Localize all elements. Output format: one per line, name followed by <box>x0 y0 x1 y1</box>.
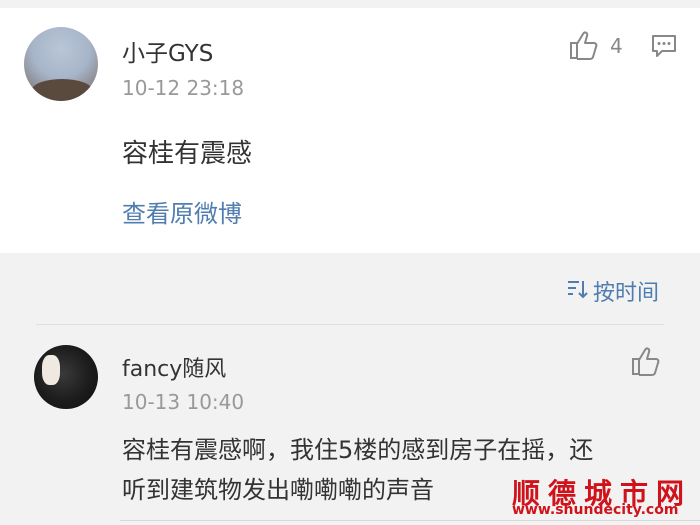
reply-username[interactable]: fancy随风 <box>122 351 226 383</box>
view-original-link[interactable]: 查看原微博 <box>122 194 242 229</box>
post-content: 容桂有震感 <box>122 139 253 169</box>
post-timestamp: 10-12 23:18 <box>122 76 245 100</box>
sort-by-time-button[interactable]: 按时间 <box>565 276 659 306</box>
watermark-url: www.shundecity.com <box>512 502 679 518</box>
top-separator <box>0 0 700 8</box>
like-count: 4 <box>610 34 623 58</box>
reply-content-line-1: 容桂有震感啊，我住5楼的感到房子在摇，还 <box>122 436 594 464</box>
reply-timestamp: 10-13 10:40 <box>122 390 245 414</box>
thumbs-up-icon[interactable] <box>568 30 600 64</box>
sort-label: 按时间 <box>593 281 660 306</box>
reply-content-line-2: 听到建筑物发出嘞嘞嘞的声音 <box>122 476 434 504</box>
avatar-figure <box>42 355 60 385</box>
comment-icon[interactable] <box>650 32 678 64</box>
thumbs-up-icon[interactable] <box>630 346 662 380</box>
divider <box>36 324 664 325</box>
post-username[interactable]: 小子GYS <box>122 34 213 68</box>
reply-avatar[interactable] <box>34 345 98 409</box>
post-avatar[interactable] <box>24 27 98 101</box>
sort-icon <box>565 277 589 305</box>
bottom-divider <box>120 520 700 521</box>
avatar-landscape <box>32 79 92 101</box>
